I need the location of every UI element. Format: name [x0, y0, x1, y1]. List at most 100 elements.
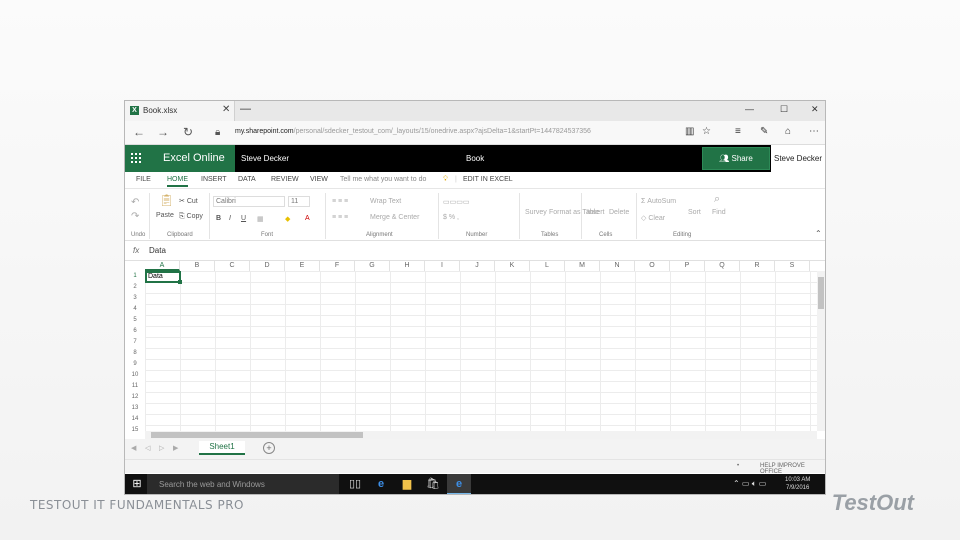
store-icon[interactable]: 🛍︎ [421, 474, 445, 494]
paste-button[interactable]: Paste [156, 212, 174, 219]
italic-button[interactable]: I [229, 215, 231, 222]
browser-tab[interactable]: X Book.xlsx ✕ [125, 101, 235, 121]
next-sheet-icon[interactable]: ▷ [159, 444, 164, 452]
find-button[interactable]: Find [712, 209, 726, 216]
horizontal-scrollbar[interactable] [145, 431, 817, 439]
app-launcher-icon[interactable] [125, 145, 147, 172]
collapse-ribbon-icon[interactable]: ⌃ [815, 229, 822, 238]
undo-icon[interactable]: ↶ [131, 197, 139, 208]
insert-cells-button[interactable]: Insert [587, 209, 605, 216]
column-header-q[interactable]: Q [705, 261, 740, 271]
column-header-e[interactable]: E [285, 261, 320, 271]
row-header-3[interactable]: 3 [125, 293, 145, 304]
row-header-7[interactable]: 7 [125, 337, 145, 348]
merge-center-button[interactable]: Merge & Center [370, 214, 419, 221]
maximize-icon[interactable]: ☐ [780, 104, 788, 115]
delete-cells-button[interactable]: Delete [609, 209, 629, 216]
forward-icon[interactable]: → [157, 125, 169, 139]
column-header-b[interactable]: B [180, 261, 215, 271]
font-color-icon[interactable]: A [305, 215, 310, 222]
align-left-icon[interactable]: ≡ ≡ ≡ [332, 214, 348, 221]
edge-active-icon[interactable]: e [447, 474, 471, 494]
row-header-13[interactable]: 13 [125, 403, 145, 414]
close-window-icon[interactable]: ✕ [811, 104, 819, 115]
active-cell-a1[interactable]: Data [145, 271, 181, 283]
font-size-dropdown[interactable]: 11 [288, 196, 310, 207]
reading-view-icon[interactable]: ▥ [685, 126, 694, 137]
underline-button[interactable]: U [241, 215, 246, 222]
tab-home[interactable]: HOME [167, 176, 188, 187]
last-sheet-icon[interactable]: ▶ [173, 444, 178, 452]
column-header-h[interactable]: H [390, 261, 425, 271]
bold-button[interactable]: B [216, 215, 221, 222]
taskbar-search[interactable]: Search the web and Windows [147, 474, 339, 494]
onedrive-owner[interactable]: Steve Decker [241, 154, 289, 163]
column-header-g[interactable]: G [355, 261, 390, 271]
wrap-text-button[interactable]: Wrap Text [370, 198, 401, 205]
add-sheet-button[interactable]: + [263, 442, 275, 454]
column-header-l[interactable]: L [530, 261, 565, 271]
cut-button[interactable]: ✂︎ Cut [179, 197, 198, 205]
edit-in-excel-button[interactable]: EDIT IN EXCEL [463, 176, 513, 183]
redo-icon[interactable]: ↷ [131, 211, 139, 222]
share-button[interactable]: 👥︎ Share [702, 147, 770, 170]
more-icon[interactable]: ⋯ [809, 126, 819, 137]
new-tab-button[interactable]: — [240, 103, 251, 115]
tab-view[interactable]: VIEW [310, 176, 328, 183]
column-header-m[interactable]: M [565, 261, 600, 271]
back-icon[interactable]: ← [133, 125, 145, 139]
vertical-scrollbar[interactable] [817, 271, 825, 431]
row-header-11[interactable]: 11 [125, 381, 145, 392]
close-tab-icon[interactable]: ✕ [222, 104, 230, 115]
row-header-14[interactable]: 14 [125, 414, 145, 425]
column-header-f[interactable]: F [320, 261, 355, 271]
account-name[interactable]: Steve Decker [771, 145, 825, 172]
column-header-i[interactable]: I [425, 261, 460, 271]
sheet-tab-sheet1[interactable]: Sheet1 [199, 441, 245, 455]
hub-icon[interactable]: ≡ [735, 126, 741, 137]
workbook-name[interactable]: Book [466, 154, 484, 163]
column-header-a[interactable]: A [145, 261, 180, 271]
prev-sheet-icon[interactable]: ◁ [145, 444, 150, 452]
minimize-icon[interactable]: — [745, 104, 754, 114]
app-name[interactable]: Excel Online [147, 145, 235, 172]
fill-handle[interactable] [178, 280, 182, 284]
tab-insert[interactable]: INSERT [201, 176, 227, 183]
row-header-15[interactable]: 15 [125, 425, 145, 436]
column-header-n[interactable]: N [600, 261, 635, 271]
column-header-s[interactable]: S [775, 261, 810, 271]
tab-data[interactable]: DATA [238, 176, 256, 183]
clear-button[interactable]: ◇ Clear [641, 214, 665, 222]
number-format-dropdown[interactable]: ▭▭▭▭ [443, 198, 469, 206]
task-view-icon[interactable]: ▯▯ [343, 474, 367, 494]
autosum-button[interactable]: Σ AutoSum [641, 198, 676, 205]
formula-input[interactable]: Data [149, 246, 166, 255]
share-page-icon[interactable]: ⌂ [785, 126, 791, 137]
fill-color-icon[interactable]: ◆ [285, 215, 290, 223]
column-header-c[interactable]: C [215, 261, 250, 271]
paste-icon[interactable]: 📋︎ [159, 193, 174, 207]
url-field[interactable]: my.sharepoint.com/personal/sdecker_testo… [235, 128, 591, 135]
edge-icon[interactable]: e [369, 474, 393, 494]
borders-icon[interactable]: ▦ [257, 215, 264, 223]
row-header-9[interactable]: 9 [125, 359, 145, 370]
column-header-k[interactable]: K [495, 261, 530, 271]
vertical-scroll-thumb[interactable] [818, 277, 824, 309]
row-header-2[interactable]: 2 [125, 282, 145, 293]
row-header-8[interactable]: 8 [125, 348, 145, 359]
cell-area[interactable] [145, 271, 817, 439]
row-header-12[interactable]: 12 [125, 392, 145, 403]
first-sheet-icon[interactable]: ◀ [131, 444, 136, 452]
horizontal-scroll-thumb[interactable] [151, 432, 363, 438]
tab-file[interactable]: FILE [136, 176, 151, 183]
row-header-5[interactable]: 5 [125, 315, 145, 326]
column-header-j[interactable]: J [460, 261, 495, 271]
copy-button[interactable]: ⎘ Copy [179, 213, 203, 221]
row-header-1[interactable]: 1 [125, 271, 145, 282]
column-header-d[interactable]: D [250, 261, 285, 271]
font-name-dropdown[interactable]: Calibri [213, 196, 285, 207]
row-header-6[interactable]: 6 [125, 326, 145, 337]
align-top-icon[interactable]: ≡ ≡ ≡ [332, 198, 348, 205]
system-tray-icons[interactable]: ⌃ ▭ 🔈︎ ▭ [733, 479, 766, 489]
column-header-p[interactable]: P [670, 261, 705, 271]
